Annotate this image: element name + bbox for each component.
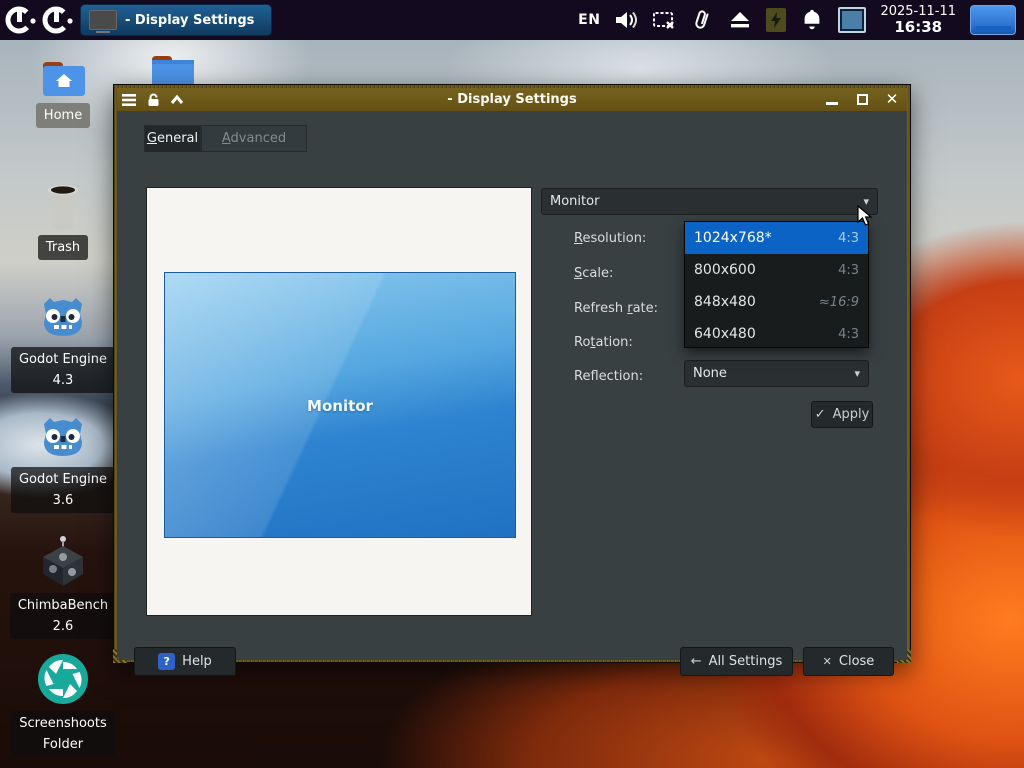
dialog-body: General Advanced Monitor Monitor ▾ Resol…: [117, 111, 907, 660]
clock-date: 2025-11-11: [880, 5, 956, 19]
system-tray: EN: [578, 5, 1024, 36]
close-window-button[interactable]: ✕: [877, 88, 907, 111]
reflection-select[interactable]: None ▾: [684, 360, 869, 387]
desktop-icon-trash[interactable]: Trash: [0, 182, 126, 260]
icon-label: Godot Engine4.3: [11, 347, 115, 393]
apply-button[interactable]: ✓ Apply: [811, 401, 873, 428]
clock-time: 16:38: [880, 19, 956, 36]
help-question-icon: ?: [158, 653, 175, 670]
desktop-icon-godot-3-6[interactable]: Godot Engine3.6: [0, 412, 126, 513]
notifications-bell-icon[interactable]: [800, 8, 824, 32]
app-menu-logo-icon[interactable]: [5, 4, 37, 36]
resolution-dropdown-list: 1024x768* 4:3 800x600 4:3 848x480 ≈16:9 …: [684, 221, 869, 348]
godot-icon: [36, 292, 90, 342]
reflection-select-value: None: [693, 366, 727, 381]
taskbar-window-button[interactable]: - Display Settings: [80, 4, 272, 36]
monitor-preview-panel: Monitor: [146, 187, 532, 616]
desktop-icon-home[interactable]: Home: [0, 58, 126, 128]
volume-icon[interactable]: [614, 8, 638, 32]
all-settings-button[interactable]: ← All Settings: [680, 647, 793, 676]
reflection-label: Reflection:: [574, 369, 643, 386]
window-title: - Display Settings: [117, 92, 907, 107]
minimize-button[interactable]: [817, 88, 847, 111]
power-manager-icon[interactable]: [766, 8, 786, 32]
window-menu-icon[interactable]: [117, 88, 141, 111]
refresh-rate-label: Refresh rate:: [574, 301, 658, 318]
trash-icon: [41, 182, 85, 230]
eject-icon[interactable]: [728, 8, 752, 32]
icon-label: Godot Engine3.6: [11, 467, 115, 513]
workspace-switcher[interactable]: [970, 5, 1016, 35]
clock[interactable]: 2025-11-11 16:38: [880, 5, 956, 36]
window-titlebar[interactable]: - Display Settings ✕: [117, 88, 907, 111]
display-settings-window: - Display Settings ✕ General Advanced Mo…: [113, 84, 911, 663]
godot-icon: [36, 412, 90, 462]
desktop-icon-screenshoots-folder[interactable]: ScreenshootsFolder: [0, 652, 126, 757]
icon-label: Home: [36, 103, 90, 128]
window-display-icon: [89, 10, 117, 30]
taskbar-window-title: - Display Settings: [125, 13, 254, 28]
scale-label: Scale:: [574, 266, 613, 283]
shade-caret-icon[interactable]: [165, 88, 189, 111]
mouse-cursor: [857, 205, 877, 231]
icon-label: Trash: [38, 235, 88, 260]
resolution-option-800x600[interactable]: 800x600 4:3: [685, 254, 868, 286]
icon-label: ChimbaBench2.6: [10, 593, 116, 639]
close-button[interactable]: ✕ Close: [803, 647, 894, 676]
desktop-icon-chimbabench[interactable]: ChimbaBench2.6: [0, 532, 126, 639]
screenshots-aperture-icon: [36, 652, 90, 706]
arrow-left-icon: ←: [691, 654, 702, 669]
resolution-label: Resolution:: [574, 231, 646, 248]
monitor-select[interactable]: Monitor ▾: [541, 188, 878, 215]
tab-general[interactable]: General: [144, 125, 201, 152]
maximize-button[interactable]: [847, 88, 877, 111]
resolution-option-640x480[interactable]: 640x480 4:3: [685, 318, 868, 350]
help-button[interactable]: ? Help: [134, 647, 236, 676]
display-disconnected-icon[interactable]: [652, 8, 676, 32]
tab-advanced[interactable]: Advanced: [201, 125, 307, 152]
chevron-down-icon: ▾: [854, 367, 860, 380]
desktop-root: - Display Settings EN: [0, 0, 1024, 768]
monitor-preview-rect[interactable]: Monitor: [164, 272, 516, 538]
home-folder-icon: [39, 58, 87, 98]
check-icon: ✓: [815, 407, 826, 422]
secondary-launcher-logo-icon[interactable]: [42, 4, 74, 36]
close-x-icon: ✕: [823, 655, 832, 668]
monitor-select-value: Monitor: [550, 194, 599, 209]
rotation-label: Rotation:: [574, 335, 633, 352]
monitor-preview-label: Monitor: [165, 397, 515, 415]
resolution-option-1024x768[interactable]: 1024x768* 4:3: [685, 222, 868, 254]
desktop-icon-godot-4-3[interactable]: Godot Engine4.3: [0, 292, 126, 393]
display-settings-tray-icon[interactable]: [838, 7, 866, 33]
chimbabench-cube-icon: [38, 532, 88, 588]
sticky-lock-icon[interactable]: [141, 88, 165, 111]
top-panel: - Display Settings EN: [0, 0, 1024, 40]
keyboard-layout-indicator[interactable]: EN: [578, 12, 600, 28]
icon-label: ScreenshootsFolder: [11, 711, 114, 757]
resolution-option-848x480[interactable]: 848x480 ≈16:9: [685, 286, 868, 318]
clipboard-paperclip-icon[interactable]: [690, 8, 714, 32]
